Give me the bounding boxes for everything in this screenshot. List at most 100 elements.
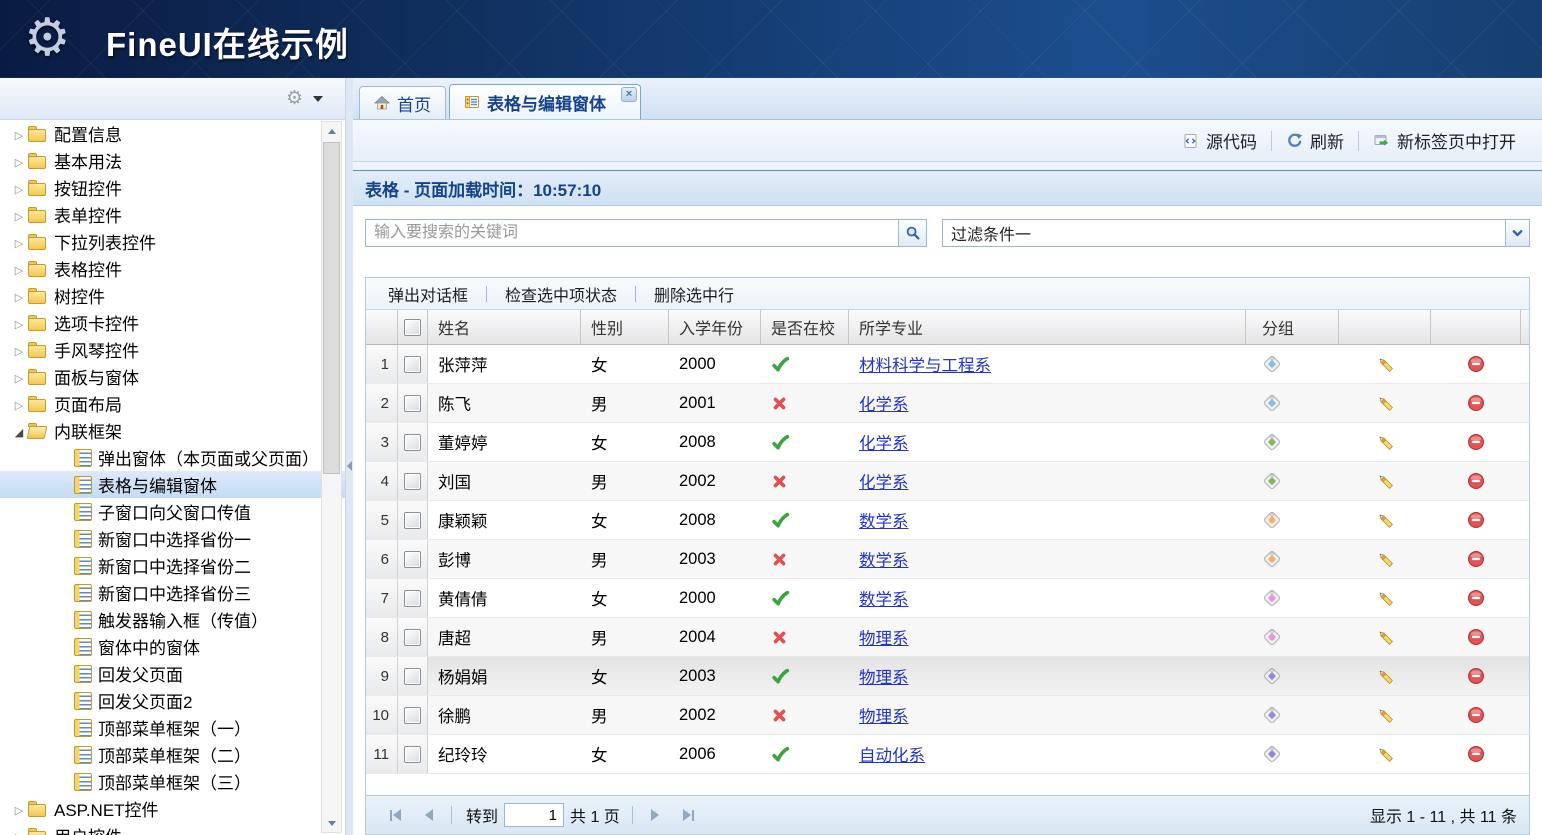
delete-row-icon[interactable] xyxy=(1467,472,1485,490)
edit-pencil-icon[interactable] xyxy=(1376,394,1395,413)
sidebar-splitter[interactable] xyxy=(346,78,353,835)
table-row[interactable]: 5 康颖颖 女 2008 数学系 xyxy=(366,501,1529,540)
major-link[interactable]: 化学系 xyxy=(859,469,909,493)
search-button[interactable] xyxy=(898,220,926,246)
table-row[interactable]: 7 黄倩倩 女 2000 数学系 xyxy=(366,579,1529,618)
edit-pencil-icon[interactable] xyxy=(1376,433,1395,452)
table-row[interactable]: 11 纪玲玲 女 2006 自动化系 xyxy=(366,735,1529,774)
row-checkbox[interactable] xyxy=(404,395,421,412)
expander-icon[interactable] xyxy=(10,232,28,252)
major-link[interactable]: 物理系 xyxy=(859,703,909,727)
major-link[interactable]: 数学系 xyxy=(859,586,909,610)
prev-page-icon[interactable] xyxy=(413,796,445,834)
table-row[interactable]: 6 彭博 男 2003 数学系 xyxy=(366,540,1529,579)
tree-item[interactable]: 面板与窗体 xyxy=(0,363,345,390)
delete-row-icon[interactable] xyxy=(1467,355,1485,373)
tab-grid-edit-window[interactable]: 表格与编辑窗体 × xyxy=(449,84,641,119)
tree-item[interactable]: 表单控件 xyxy=(0,201,345,228)
table-row[interactable]: 2 陈飞 男 2001 化学系 xyxy=(366,384,1529,423)
delete-row-icon[interactable] xyxy=(1467,433,1485,451)
major-link[interactable]: 数学系 xyxy=(859,547,909,571)
row-checkbox[interactable] xyxy=(404,434,421,451)
tree-item[interactable]: 表格控件 xyxy=(0,255,345,282)
edit-pencil-icon[interactable] xyxy=(1376,667,1395,686)
expander-icon[interactable] xyxy=(10,394,28,414)
tree-item[interactable]: 用户控件 xyxy=(0,822,345,835)
delete-row-icon[interactable] xyxy=(1467,550,1485,568)
delete-row-icon[interactable] xyxy=(1467,511,1485,529)
page-number-input[interactable] xyxy=(504,803,564,827)
tree-item[interactable]: 弹出窗体（本页面或父页面） xyxy=(0,444,345,471)
tree-item[interactable]: 基本用法 xyxy=(0,147,345,174)
scrollbar-down-icon[interactable] xyxy=(322,814,341,832)
edit-pencil-icon[interactable] xyxy=(1376,472,1395,491)
major-link[interactable]: 化学系 xyxy=(859,391,909,415)
row-checkbox[interactable] xyxy=(404,473,421,490)
delete-row-icon[interactable] xyxy=(1467,667,1485,685)
edit-pencil-icon[interactable] xyxy=(1376,706,1395,725)
tree-item[interactable]: 新窗口中选择省份二 xyxy=(0,552,345,579)
header-enrolled[interactable]: 是否在校 xyxy=(761,310,849,344)
major-link[interactable]: 化学系 xyxy=(859,430,909,454)
delete-row-icon[interactable] xyxy=(1467,745,1485,763)
tab-close-icon[interactable]: × xyxy=(621,87,637,102)
refresh-button[interactable]: 刷新 xyxy=(1272,128,1358,153)
tree-item[interactable]: 回发父页面 xyxy=(0,660,345,687)
header-major[interactable]: 所学专业 xyxy=(849,310,1246,344)
edit-pencil-icon[interactable] xyxy=(1376,511,1395,530)
dropdown-trigger[interactable] xyxy=(1505,220,1529,246)
settings-gear-icon[interactable]: ⚙ xyxy=(286,87,303,110)
collapse-arrow-icon[interactable] xyxy=(347,461,352,471)
tree-item[interactable]: 下拉列表控件 xyxy=(0,228,345,255)
header-group[interactable]: 分组 xyxy=(1246,310,1339,344)
header-year[interactable]: 入学年份 xyxy=(669,310,761,344)
row-checkbox[interactable] xyxy=(404,512,421,529)
header-gender[interactable]: 性别 xyxy=(581,310,669,344)
expander-icon[interactable] xyxy=(10,178,28,198)
row-checkbox[interactable] xyxy=(404,551,421,568)
check-selected-button[interactable]: 检查选中项状态 xyxy=(487,282,635,306)
table-row[interactable]: 9 杨娟娟 女 2003 物理系 xyxy=(366,657,1529,696)
row-checkbox[interactable] xyxy=(404,746,421,763)
edit-pencil-icon[interactable] xyxy=(1376,589,1395,608)
expander-icon[interactable] xyxy=(10,286,28,306)
expander-icon[interactable] xyxy=(10,313,28,333)
expander-icon[interactable] xyxy=(10,826,28,835)
major-link[interactable]: 物理系 xyxy=(859,625,909,649)
edit-pencil-icon[interactable] xyxy=(1376,745,1395,764)
caret-down-icon[interactable] xyxy=(313,96,323,102)
tree-item[interactable]: 内联框架 xyxy=(0,417,345,444)
tree-item[interactable]: 新窗口中选择省份一 xyxy=(0,525,345,552)
next-page-icon[interactable] xyxy=(639,796,671,834)
row-checkbox[interactable] xyxy=(404,668,421,685)
row-checkbox[interactable] xyxy=(404,707,421,724)
tab-home[interactable]: 首页 xyxy=(359,86,446,119)
major-link[interactable]: 数学系 xyxy=(859,508,909,532)
edit-pencil-icon[interactable] xyxy=(1376,550,1395,569)
tree-item[interactable]: 树控件 xyxy=(0,282,345,309)
tree-item[interactable]: 触发器输入框（传值） xyxy=(0,606,345,633)
table-row[interactable]: 4 刘国 男 2002 化学系 xyxy=(366,462,1529,501)
table-row[interactable]: 3 董婷婷 女 2008 化学系 xyxy=(366,423,1529,462)
select-all-checkbox[interactable] xyxy=(404,319,421,336)
tree-item[interactable]: 顶部菜单框架（一） xyxy=(0,714,345,741)
tree-item[interactable]: 子窗口向父窗口传值 xyxy=(0,498,345,525)
expander-icon[interactable] xyxy=(10,367,28,387)
major-link[interactable]: 物理系 xyxy=(859,664,909,688)
delete-row-icon[interactable] xyxy=(1467,628,1485,646)
major-link[interactable]: 自动化系 xyxy=(859,742,925,766)
tree-item[interactable]: 选项卡控件 xyxy=(0,309,345,336)
expander-icon[interactable] xyxy=(10,259,28,279)
expander-icon[interactable] xyxy=(10,151,28,171)
tree-item[interactable]: 页面布局 xyxy=(0,390,345,417)
expander-icon[interactable] xyxy=(10,421,28,441)
row-checkbox[interactable] xyxy=(404,629,421,646)
tree-item[interactable]: 手风琴控件 xyxy=(0,336,345,363)
row-checkbox[interactable] xyxy=(404,356,421,373)
tree-item[interactable]: 表格与编辑窗体 xyxy=(0,471,345,498)
scrollbar-up-icon[interactable] xyxy=(322,122,341,140)
header-name[interactable]: 姓名 xyxy=(428,310,581,344)
tree-item[interactable]: ASP.NET控件 xyxy=(0,795,345,822)
last-page-icon[interactable] xyxy=(671,796,706,834)
open-dialog-button[interactable]: 弹出对话框 xyxy=(370,282,486,306)
